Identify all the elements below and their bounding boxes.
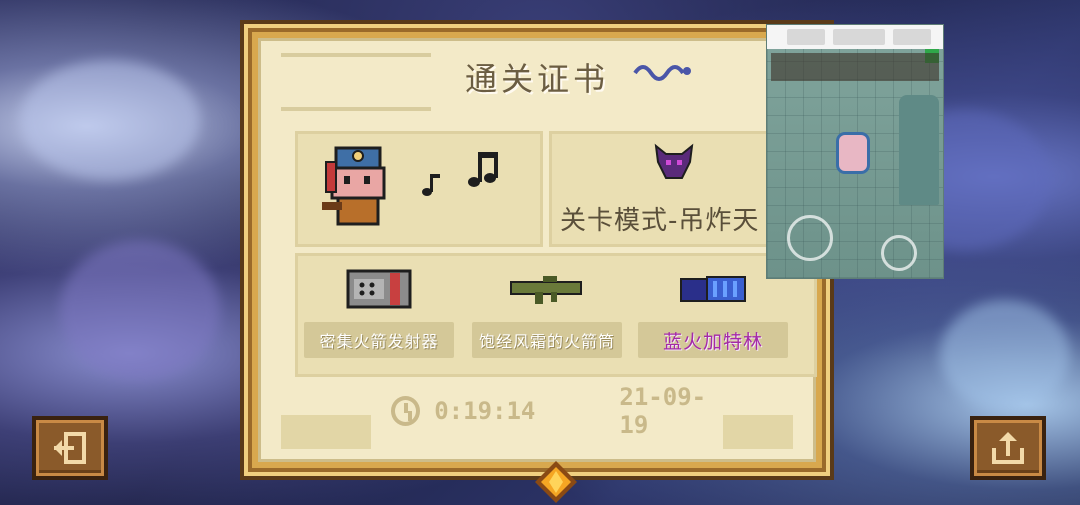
demon-skull-icon: [654, 143, 694, 179]
background-swirl: [60, 240, 220, 380]
stats-row: 0:19:14 21-09-19: [391, 383, 731, 439]
decoration: [281, 415, 371, 449]
certificate-title-banner: 通关证书: [261, 47, 813, 107]
statue: [899, 95, 939, 205]
player-character: [839, 135, 867, 171]
fire-button: [881, 235, 917, 271]
share-button[interactable]: [970, 416, 1046, 480]
decoration: [723, 415, 793, 449]
certificate-title: 通关证书: [464, 60, 609, 98]
weapon-slot-2: 饱经风霜的火箭筒: [472, 264, 622, 358]
certificate-paper: 通关证书 关卡模式-吊炸天 密集火箭发射器 饱经风霜的火箭筒 蓝火加特林 0:1…: [258, 38, 817, 503]
level-mode-text: 关卡模式-吊炸天: [560, 206, 760, 236]
knight-character-icon: [322, 146, 386, 226]
weapon-label-1: 密集火箭发射器: [304, 322, 454, 358]
weapons-panel: 密集火箭发射器 饱经风霜的火箭筒 蓝火加特林: [295, 253, 817, 377]
inset-topbar: [767, 25, 943, 49]
exit-icon: [54, 432, 86, 464]
music-note-icon: [422, 152, 498, 196]
rocket-pod-icon: [346, 269, 412, 309]
clock-icon: [391, 396, 421, 426]
bazooka-icon: [510, 276, 582, 304]
weapon-label-2: 饱经风霜的火箭筒: [472, 322, 622, 358]
gameplay-inset: [766, 24, 944, 279]
gem-icon: [535, 461, 577, 503]
gatling-icon: [680, 276, 746, 302]
hero-panel: [295, 131, 543, 247]
weapon-label-3: 蓝火加特林: [638, 322, 788, 358]
share-icon: [992, 432, 1024, 464]
joystick: [787, 215, 833, 261]
exit-button[interactable]: [32, 416, 108, 480]
weapon-slot-1: 密集火箭发射器: [304, 264, 454, 358]
background-swirl: [20, 60, 200, 180]
certificate-frame: 通关证书 关卡模式-吊炸天 密集火箭发射器 饱经风霜的火箭筒 蓝火加特林 0:1…: [240, 20, 834, 503]
background-swirl: [940, 300, 1070, 410]
clear-time: 0:19:14: [434, 397, 536, 425]
inset-hud: [771, 53, 939, 81]
clear-date: 21-09-19: [619, 383, 707, 439]
